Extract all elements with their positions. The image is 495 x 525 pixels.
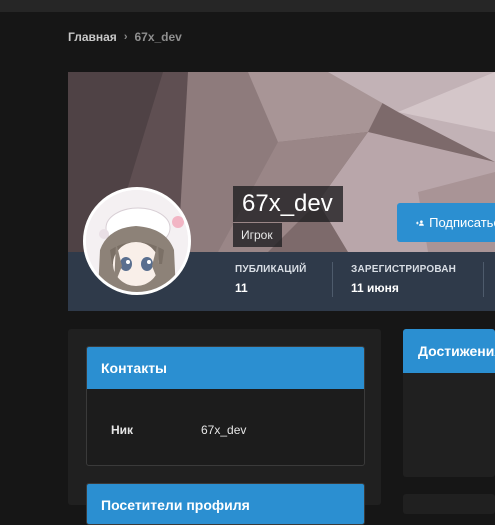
contacts-card-title: Контакты bbox=[87, 347, 364, 389]
profile-role-badge: Игрок bbox=[233, 223, 282, 247]
achievements-panel: Достижения bbox=[403, 329, 495, 477]
right-secondary-panel bbox=[403, 494, 495, 514]
contact-label-nick: Ник bbox=[111, 423, 134, 437]
stat-posts-label: ПУБЛИКАЦИЙ bbox=[235, 264, 307, 275]
visitors-card: Посетители профиля bbox=[86, 483, 365, 525]
chevron-right-icon: › bbox=[123, 31, 128, 43]
breadcrumb-home-link[interactable]: Главная bbox=[68, 30, 117, 44]
stat-posts-value: 11 bbox=[235, 281, 248, 295]
stat-divider bbox=[483, 262, 484, 297]
contact-value-nick: 67x_dev bbox=[201, 423, 247, 437]
achievements-card-title[interactable]: Достижения bbox=[403, 329, 495, 373]
user-plus-icon bbox=[416, 219, 424, 226]
contacts-card-body: Ник 67x_dev bbox=[87, 389, 364, 465]
subscribe-button-label: Подписаться bbox=[429, 215, 495, 230]
avatar[interactable] bbox=[83, 187, 191, 295]
subscribe-button[interactable]: Подписаться bbox=[397, 203, 495, 242]
stat-posts: ПУБЛИКАЦИЙ 11 bbox=[235, 264, 307, 295]
stat-registered-label: ЗАРЕГИСТРИРОВАН bbox=[351, 264, 457, 275]
contacts-card: Контакты Ник 67x_dev bbox=[86, 346, 365, 466]
breadcrumb: Главная › 67x_dev bbox=[68, 30, 182, 44]
stat-registered: ЗАРЕГИСТРИРОВАН 11 июня bbox=[351, 264, 456, 295]
stat-divider bbox=[332, 262, 333, 297]
top-navigation-bar bbox=[0, 0, 495, 12]
breadcrumb-current[interactable]: 67x_dev bbox=[134, 30, 181, 44]
stat-registered-value: 11 июня bbox=[351, 281, 399, 295]
profile-username: 67x_dev bbox=[233, 186, 343, 222]
